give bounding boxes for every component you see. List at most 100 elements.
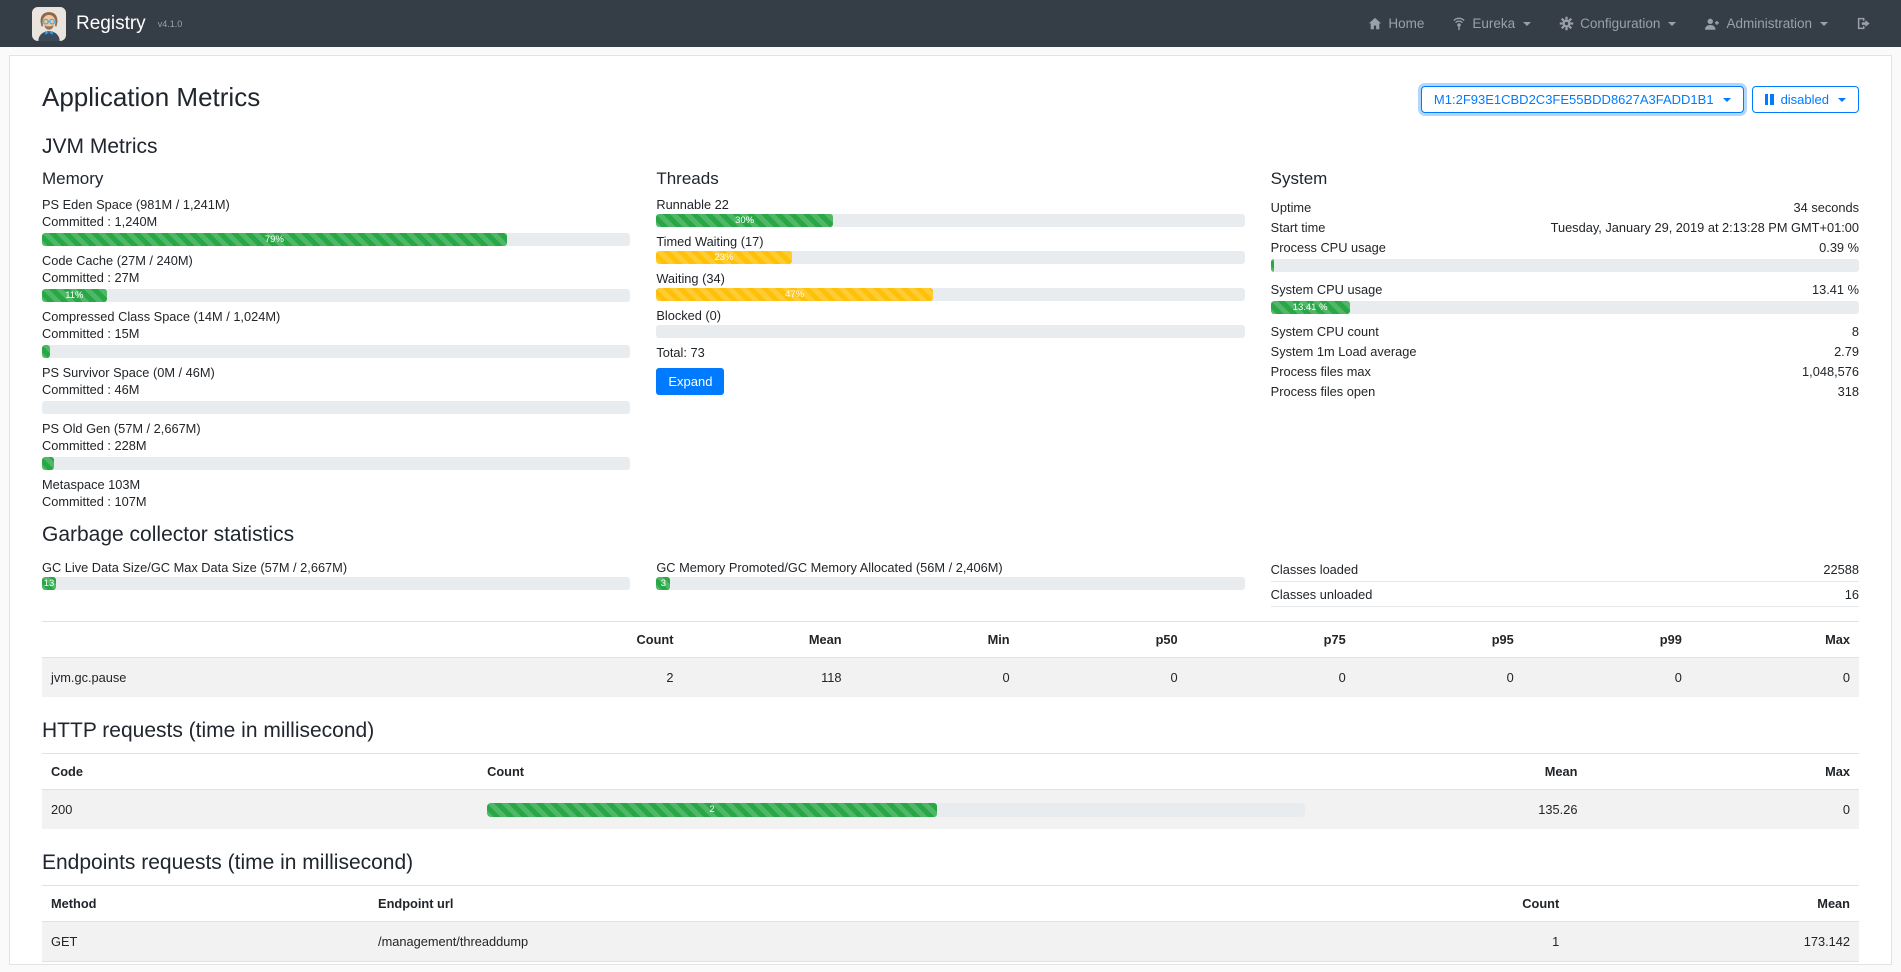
memory-metric-name: Code Cache (27M / 240M) <box>42 253 630 268</box>
brand[interactable]: Registry v4.1.0 <box>32 7 182 41</box>
page-title: Application Metrics <box>42 82 260 113</box>
endpoint-url: /management/threaddump <box>369 922 1314 962</box>
jhipster-logo <box>32 7 66 41</box>
instance-selector-dropdown[interactable]: M1:2F93E1CBD2C3FE55BDD8627A3FADD1B1 <box>1421 86 1744 113</box>
memory-metric-name: Metaspace 103M <box>42 477 630 492</box>
http-row-code: 200 <box>42 790 478 830</box>
endpoints-table: Method Endpoint url Count Mean GET /mana… <box>42 885 1859 965</box>
nav-item-home[interactable]: Home <box>1356 8 1436 39</box>
classes-label: Classes unloaded <box>1271 587 1373 602</box>
system-row: System CPU usage 13.41 % <box>1271 279 1859 299</box>
endpoint-mean: 173.142 <box>1568 922 1859 962</box>
http-table-header: Code Count Mean Max <box>42 754 1859 790</box>
system-row: Process files open 318 <box>1271 381 1859 401</box>
gc-row-p95: 0 <box>1355 658 1523 698</box>
progress-fill: 13 <box>42 577 56 590</box>
gc-row-p75: 0 <box>1187 658 1355 698</box>
http-col-mean: Mean <box>1314 754 1587 790</box>
memory-committed: Committed : 107M <box>42 494 630 509</box>
http-row-max: 0 <box>1586 790 1859 830</box>
jvm-metrics-title: JVM Metrics <box>42 135 1859 159</box>
nav-item-eureka[interactable]: Eureka <box>1440 8 1543 39</box>
system-value: 2.79 <box>1834 344 1859 359</box>
progress-fill <box>1271 259 1274 272</box>
memory-committed: Committed : 15M <box>42 326 630 341</box>
system-value: 1,048,576 <box>1802 364 1859 379</box>
gc-col-p95: p95 <box>1355 622 1523 658</box>
chevron-down-icon <box>1838 98 1846 102</box>
gc-table: Count Mean Min p50 p75 p95 p99 Max jvm.g… <box>42 621 1859 697</box>
thread-metric-name: Blocked (0) <box>656 308 1244 323</box>
gc-col-p75: p75 <box>1187 622 1355 658</box>
progress-fill: 47% <box>656 288 933 301</box>
gc-row-p50: 0 <box>1019 658 1187 698</box>
gc-promoted-column: GC Memory Promoted/GC Memory Allocated (… <box>656 557 1244 607</box>
memory-committed: Committed : 1,240M <box>42 214 630 229</box>
progress-fill: 3 <box>656 577 670 590</box>
thread-progress-bar: 30% <box>656 214 1244 227</box>
system-row: System CPU count 8 <box>1271 321 1859 341</box>
system-value: 8 <box>1852 324 1859 339</box>
classes-value: 22588 <box>1823 562 1859 577</box>
progress-fill: 23% <box>656 251 791 264</box>
nav-item-label: Configuration <box>1580 16 1660 31</box>
system-label: System CPU usage <box>1271 282 1383 297</box>
thread-metric-name: Runnable 22 <box>656 197 1244 212</box>
refresh-toggle-dropdown[interactable]: disabled <box>1752 86 1859 113</box>
http-col-max: Max <box>1586 754 1859 790</box>
memory-progress-bar <box>42 401 630 414</box>
progress-fill: 2 <box>487 803 937 817</box>
system-row: System 1m Load average 2.79 <box>1271 341 1859 361</box>
table-row: jvm.gc.pause 2 118 0 0 0 0 0 0 <box>42 658 1859 698</box>
gc-col-count: Count <box>514 622 682 658</box>
gc-row-mean: 118 <box>682 658 850 698</box>
system-label: System 1m Load average <box>1271 344 1417 359</box>
gc-row-max: 0 <box>1691 658 1859 698</box>
system-value: 13.41 % <box>1812 282 1859 297</box>
system-row: Process CPU usage 0.39 % <box>1271 237 1859 257</box>
progress-fill: 11% <box>42 289 107 302</box>
gc-metric-name: GC Live Data Size/GC Max Data Size (57M … <box>42 560 630 575</box>
memory-committed: Committed : 228M <box>42 438 630 453</box>
progress-fill <box>42 345 50 358</box>
memory-progress-bar <box>42 345 630 358</box>
nav-item-administration[interactable]: Administration <box>1692 8 1840 39</box>
system-row: Uptime 34 seconds <box>1271 197 1859 217</box>
instance-selector-value: M1:2F93E1CBD2C3FE55BDD8627A3FADD1B1 <box>1434 92 1714 107</box>
classes-label: Classes loaded <box>1271 562 1359 577</box>
memory-committed: Committed : 46M <box>42 382 630 397</box>
refresh-toggle-label: disabled <box>1781 92 1829 107</box>
sign-out-button[interactable] <box>1844 8 1883 39</box>
memory-progress-bar: 79% <box>42 233 630 246</box>
memory-committed: Committed : 27M <box>42 270 630 285</box>
pause-icon <box>1765 94 1774 105</box>
system-row: Process files max 1,048,576 <box>1271 361 1859 381</box>
gc-col-max: Max <box>1691 622 1859 658</box>
system-label: System CPU count <box>1271 324 1379 339</box>
top-navbar: Registry v4.1.0 Home Eureka <box>0 0 1901 47</box>
system-label: Process CPU usage <box>1271 240 1386 255</box>
nav-item-label: Eureka <box>1472 16 1515 31</box>
table-row: 200 2 135.26 0 <box>42 790 1859 830</box>
system-value: 34 seconds <box>1794 200 1859 215</box>
table-row: GET /management/jhi-metrics 1 97.37 <box>42 962 1859 966</box>
chevron-down-icon <box>1820 22 1828 26</box>
nav-item-configuration[interactable]: Configuration <box>1547 8 1688 39</box>
expand-button[interactable]: Expand <box>656 368 724 395</box>
progress-fill: 79% <box>42 233 507 246</box>
progress-label: 3 <box>661 578 666 589</box>
app-title: Registry <box>76 13 146 35</box>
nav-item-label: Home <box>1388 16 1424 31</box>
memory-progress-bar <box>42 457 630 470</box>
endpoint-count: 1 <box>1314 962 1568 966</box>
chevron-down-icon <box>1668 22 1676 26</box>
endpoints-col-method: Method <box>42 886 369 922</box>
http-row-mean: 135.26 <box>1314 790 1587 830</box>
system-title: System <box>1271 169 1859 189</box>
system-label: Process files max <box>1271 364 1371 379</box>
memory-column: Memory PS Eden Space (981M / 1,241M) Com… <box>42 169 630 513</box>
endpoint-method: GET <box>42 922 369 962</box>
memory-title: Memory <box>42 169 630 189</box>
gc-col-p50: p50 <box>1019 622 1187 658</box>
endpoint-mean: 97.37 <box>1568 962 1859 966</box>
